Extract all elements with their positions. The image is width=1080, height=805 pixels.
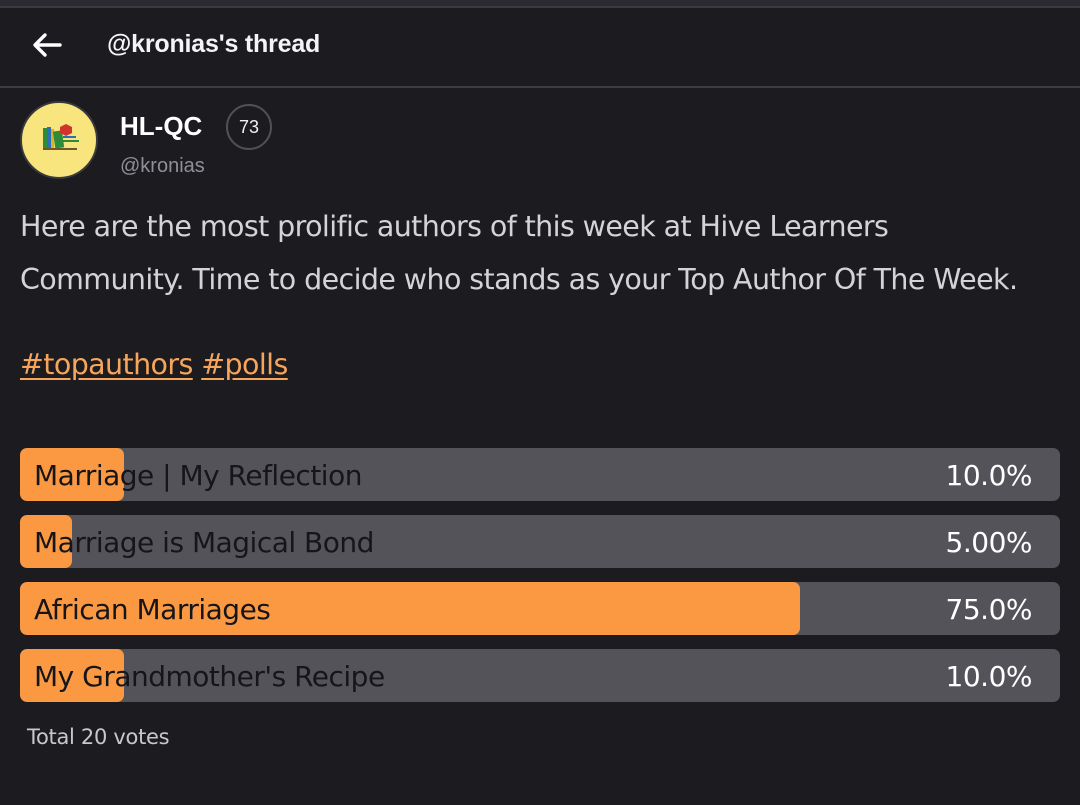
poll-option-percent: 10.0% <box>945 660 1033 693</box>
tag-list: #topauthors #polls <box>20 348 288 381</box>
poll-option[interactable]: African Marriages 75.0% <box>20 582 1060 635</box>
tag-topauthors[interactable]: #topauthors <box>20 348 193 381</box>
poll-option-label: Marriage | My Reflection <box>34 459 362 492</box>
poll: Marriage | My Reflection 10.0% Marriage … <box>20 448 1060 716</box>
post-body-line: Here are the most prolific authors of th… <box>20 210 889 243</box>
poll-option-percent: 10.0% <box>945 459 1033 492</box>
poll-option-percent: 5.00% <box>945 526 1033 559</box>
author-name[interactable]: HL-QC <box>120 111 202 142</box>
avatar[interactable] <box>20 101 98 179</box>
poll-option[interactable]: Marriage | My Reflection 10.0% <box>20 448 1060 501</box>
poll-option[interactable]: Marriage is Magical Bond 5.00% <box>20 515 1060 568</box>
page-title: @kronias's thread <box>107 30 321 58</box>
back-button[interactable] <box>30 30 64 60</box>
poll-option-label: African Marriages <box>34 593 271 626</box>
status-strip <box>0 0 1080 8</box>
thread-header: @kronias's thread <box>0 8 1080 88</box>
post-body: Here are the most prolific authors of th… <box>20 200 1060 306</box>
poll-option-label: Marriage is Magical Bond <box>34 526 374 559</box>
tag-polls[interactable]: #polls <box>201 348 288 381</box>
poll-option[interactable]: My Grandmother's Recipe 10.0% <box>20 649 1060 702</box>
author-handle[interactable]: @kronias <box>120 155 205 178</box>
arrow-left-icon <box>33 33 62 57</box>
poll-option-percent: 75.0% <box>945 593 1033 626</box>
poll-total-votes: Total 20 votes <box>27 725 170 749</box>
post-body-line: Community. Time to decide who stands as … <box>20 263 1018 296</box>
poll-option-label: My Grandmother's Recipe <box>34 660 385 693</box>
reputation-badge: 73 <box>226 104 272 150</box>
hive-learners-logo <box>43 124 79 150</box>
